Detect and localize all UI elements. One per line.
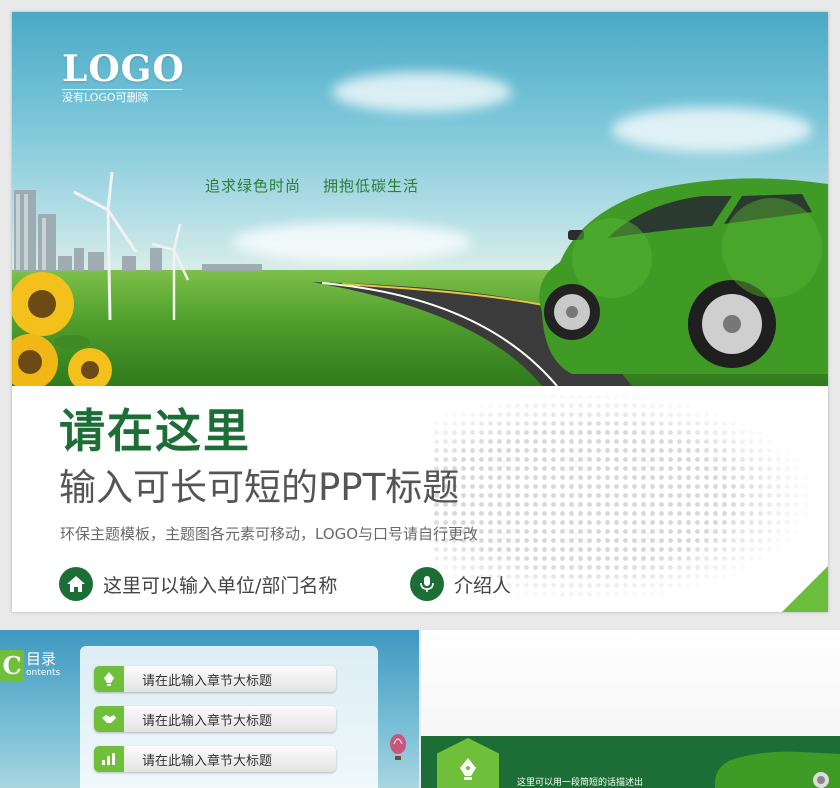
toc-label: 目录 — [26, 650, 57, 668]
main-slide[interactable]: LOGO 没有LOGO可删除 追求绿色时尚 拥抱低碳生活 请在这里 输入可长可短的… — [12, 12, 828, 612]
toc-panel: 请在此输入章节大标题 请在此输入章节大标题 请在此输入章节大标题 — [80, 646, 378, 788]
logo: LOGO 没有LOGO可删除 — [62, 48, 185, 104]
slogan-part: 拥抱低碳生活 — [323, 177, 420, 195]
presenter-info: 介绍人 — [410, 566, 511, 602]
slogan: 追求绿色时尚 拥抱低碳生活 — [205, 175, 419, 196]
logo-text: LOGO — [62, 48, 185, 90]
toc-slide-thumbnail[interactable]: C 目录 ontents 请在此输入章节大标题 请在此输入章节大标题 请在此输入… — [0, 630, 419, 788]
page-subtitle[interactable]: 输入可长可短的PPT标题 — [59, 466, 459, 510]
page-title[interactable]: 请在这里 — [59, 404, 251, 458]
toc-item-label: 请在此输入章节大标题 — [142, 673, 273, 689]
presenter-label[interactable]: 介绍人 — [454, 571, 511, 598]
handshake-icon — [94, 706, 124, 732]
description[interactable]: 环保主题模板，主题图各元素可移动，LOGO与口号请自行更改 — [60, 523, 478, 544]
home-icon — [59, 567, 93, 601]
grass-car — [539, 178, 828, 374]
toc-label-en: ontents — [26, 668, 61, 678]
logo-subtext: 没有LOGO可删除 — [62, 89, 182, 104]
toc-item[interactable]: 请在此输入章节大标题 — [94, 746, 336, 772]
city-skyline — [14, 190, 262, 272]
hero-image: LOGO 没有LOGO可删除 追求绿色时尚 拥抱低碳生活 — [12, 12, 828, 386]
pen-nib-icon — [94, 666, 124, 692]
chapter-description[interactable]: 这里可以用一段简短的话描述出 — [517, 775, 643, 788]
grass-car-thumbnail — [714, 751, 840, 788]
chapter-slide-thumbnail[interactable]: 这里输入章节大标题 这里可以用一段简短的话描述出 — [421, 630, 840, 788]
toc-item[interactable]: 请在此输入章节大标题 — [94, 666, 336, 692]
unit-info: 这里可以输入单位/部门名称 — [59, 566, 337, 602]
microphone-icon — [410, 567, 444, 601]
toc-badge: C 目录 ontents — [0, 650, 60, 684]
toc-item[interactable]: 请在此输入章节大标题 — [94, 706, 336, 732]
unit-label[interactable]: 这里可以输入单位/部门名称 — [103, 571, 337, 598]
toc-item-label: 请在此输入章节大标题 — [142, 713, 273, 729]
toc-badge-letter: C — [0, 650, 24, 682]
chapter-title[interactable]: 这里输入章节大标题 — [517, 742, 661, 766]
wind-turbine — [73, 171, 138, 321]
slogan-part: 追求绿色时尚 — [205, 177, 302, 195]
sunflowers — [12, 272, 112, 386]
toc-item-label: 请在此输入章节大标题 — [142, 753, 273, 769]
corner-accent — [782, 566, 828, 612]
title-area: 请在这里 输入可长可短的PPT标题 环保主题模板，主题图各元素可移动，LOGO与… — [12, 386, 828, 612]
hot-air-balloon-icon — [390, 734, 406, 760]
bar-chart-icon — [94, 746, 124, 772]
